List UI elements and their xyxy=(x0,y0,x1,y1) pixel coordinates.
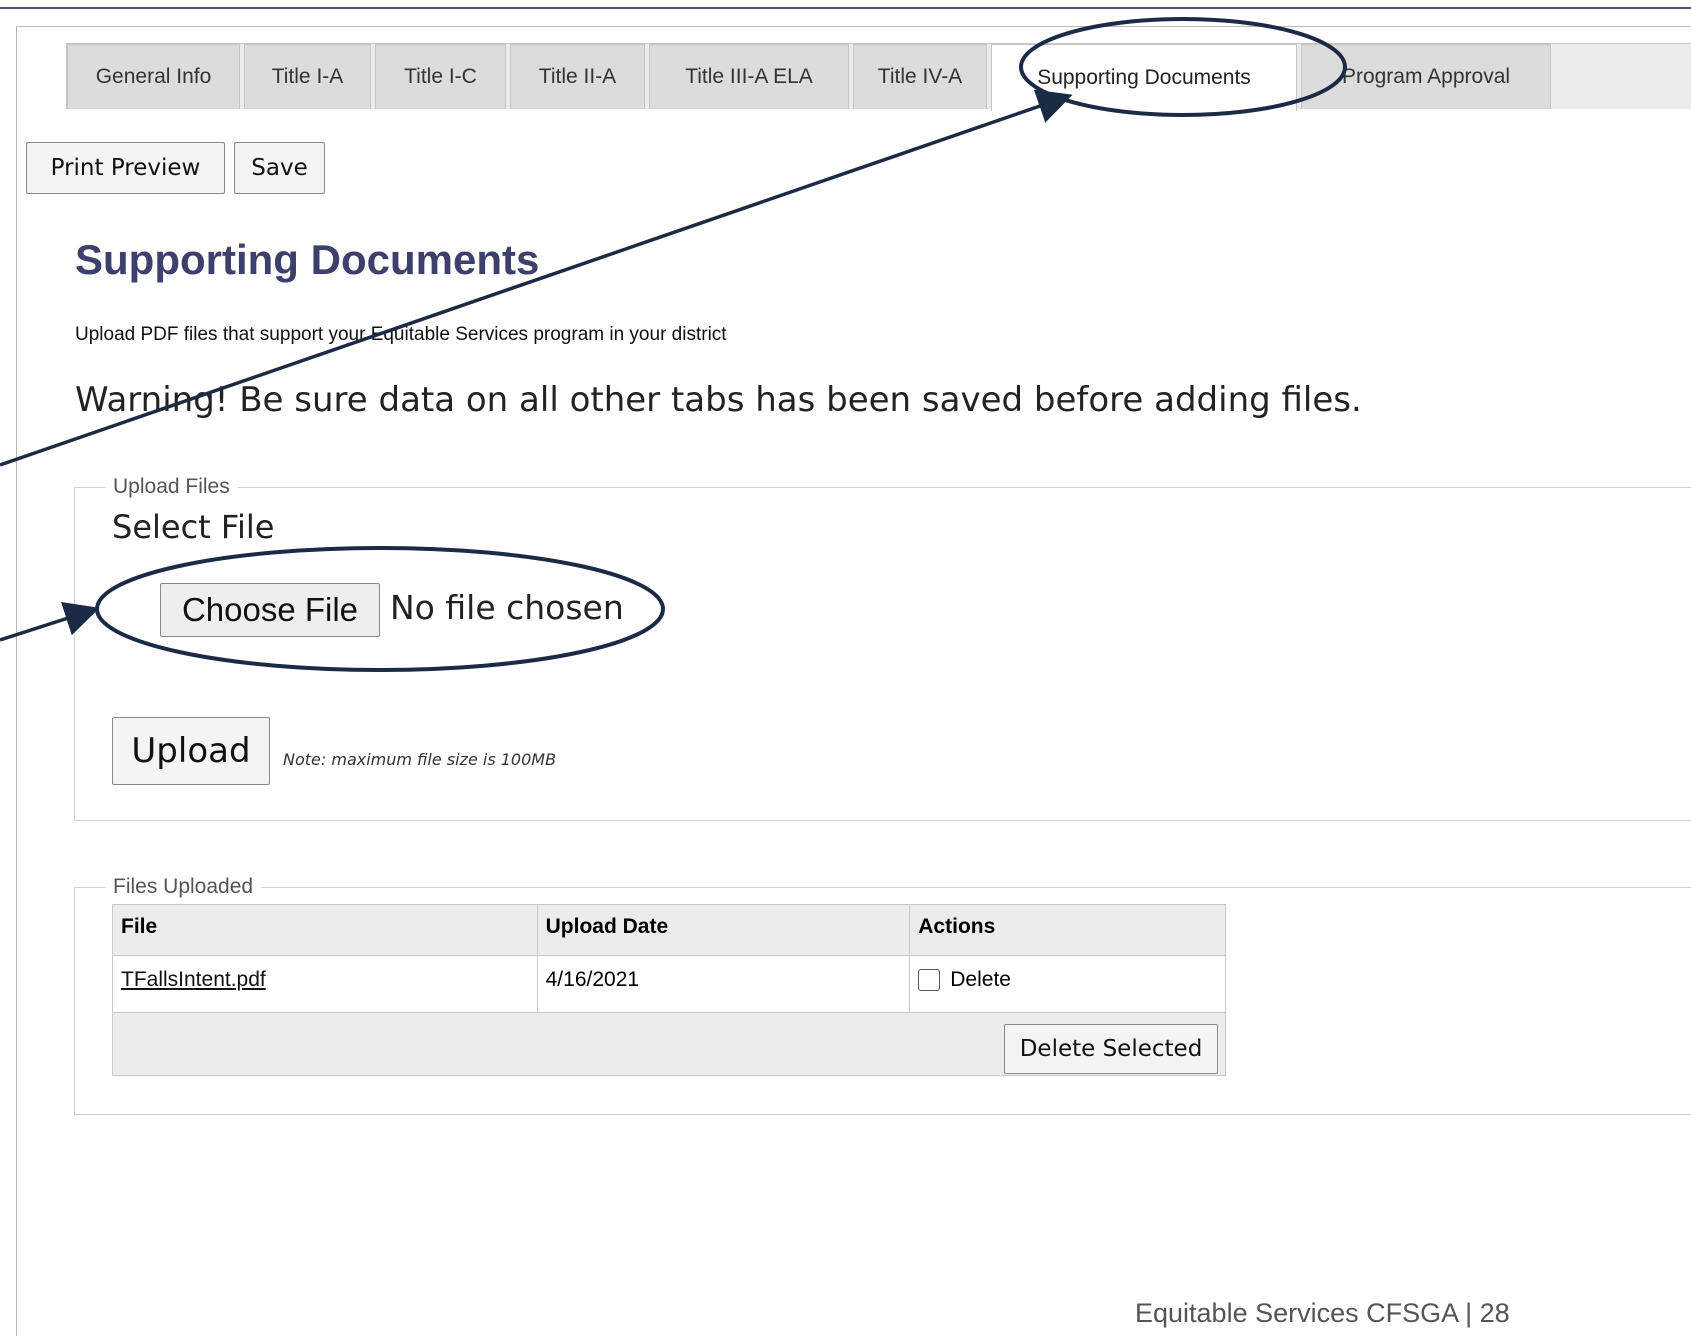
delete-selected-button[interactable]: Delete Selected xyxy=(1004,1024,1218,1074)
column-header-file: File xyxy=(112,904,538,956)
page-title: Supporting Documents xyxy=(75,236,540,283)
delete-checkbox[interactable] xyxy=(918,969,941,991)
choose-file-button[interactable]: Choose File xyxy=(160,583,380,637)
tab-supporting-documents[interactable]: Supporting Documents xyxy=(991,44,1297,111)
tab-program-approval[interactable]: Program Approval xyxy=(1301,44,1551,109)
print-preview-button[interactable]: Print Preview xyxy=(26,142,225,194)
upload-button[interactable]: Upload xyxy=(112,717,270,785)
files-uploaded-legend: Files Uploaded xyxy=(113,875,254,898)
column-header-actions: Actions xyxy=(909,904,1226,956)
page-subtitle: Upload PDF files that support your Equit… xyxy=(75,324,727,345)
tab-title-iii-a-ela[interactable]: Title III-A ELA xyxy=(649,44,849,109)
tab-title-ii-a[interactable]: Title II-A xyxy=(510,44,645,109)
delete-option[interactable]: Delete xyxy=(918,968,1011,992)
table-header-row: File Upload Date Actions xyxy=(112,904,1226,956)
select-file-label: Select File xyxy=(112,508,275,546)
max-file-size-note: Note: maximum file size is 100MB xyxy=(283,750,557,769)
warning-message: Warning! Be sure data on all other tabs … xyxy=(75,380,1362,420)
upload-date-cell: 4/16/2021 xyxy=(536,955,911,1013)
page-footer-text: Equitable Services CFSGA | 28 xyxy=(1135,1298,1510,1328)
tab-title-i-a[interactable]: Title I-A xyxy=(244,44,371,109)
actions-cell: Delete xyxy=(909,955,1226,1013)
table-row: TFallsIntent.pdf 4/16/2021 Delete xyxy=(112,955,1226,1013)
file-cell: TFallsIntent.pdf xyxy=(112,955,538,1013)
no-file-chosen-text: No file chosen xyxy=(390,588,624,627)
top-rule xyxy=(0,7,1691,9)
tab-bar: General Info Title I-A Title I-C Title I… xyxy=(66,43,1691,111)
delete-checkbox-label: Delete xyxy=(950,968,1011,991)
tab-title-i-c[interactable]: Title I-C xyxy=(375,44,506,109)
tab-general-info[interactable]: General Info xyxy=(67,44,240,109)
tab-title-iv-a[interactable]: Title IV-A xyxy=(853,44,987,109)
save-button[interactable]: Save xyxy=(234,142,325,194)
upload-files-legend: Upload Files xyxy=(113,475,230,498)
file-link[interactable]: TFallsIntent.pdf xyxy=(121,968,266,991)
column-header-upload-date: Upload Date xyxy=(536,904,911,956)
upload-files-fieldset: Upload Files xyxy=(74,475,1691,821)
